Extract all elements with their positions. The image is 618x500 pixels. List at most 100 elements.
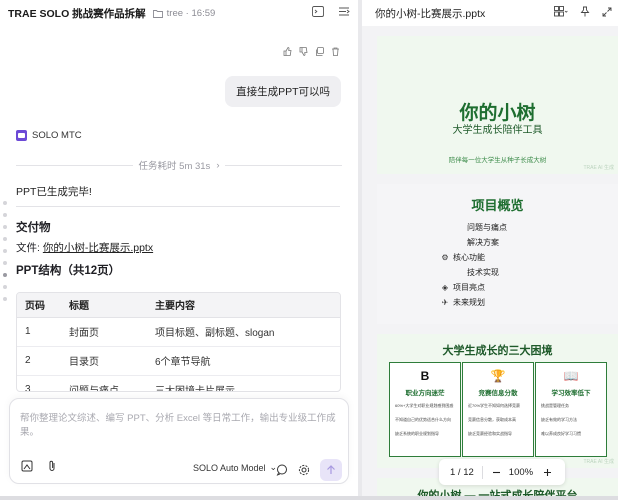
slide-title: 项目概览 [471, 198, 524, 213]
card-bullet: 难以养成良好学习习惯 [541, 431, 581, 436]
agent-name: SOLO MTC [32, 130, 82, 141]
column-header: 主要内容 [147, 293, 340, 318]
send-button[interactable] [320, 459, 342, 481]
page-indicator: 1 / 12 [450, 466, 474, 478]
card-bullet: 缺乏竞赛经验和实战指导 [468, 431, 512, 436]
trophy-icon: 🏆 [490, 369, 506, 383]
user-message: 直接生成PPT可以吗 [225, 76, 341, 107]
thumbs-up-icon[interactable] [283, 47, 292, 56]
card-bullet: 60%+大学生对职业规划感到困惑 [395, 403, 454, 408]
overview-item: ◈ 项目亮点 [441, 283, 485, 292]
expand-icon[interactable] [602, 7, 612, 17]
zoom-level: 100% [508, 466, 534, 478]
zoom-out-button[interactable] [492, 468, 501, 477]
column-header: 页码 [17, 293, 61, 318]
table-cell: 1 [17, 317, 61, 347]
card-icon: B [420, 369, 430, 383]
table-row: 2 目录页 6个章节导航 [17, 346, 340, 376]
card-title: 竞赛信息分散 [478, 390, 518, 397]
plus-icon [544, 468, 552, 476]
structure-heading: PPT结构（共12页） [16, 265, 121, 277]
folder-info[interactable]: tree · 16:59 [152, 7, 216, 19]
chat-panel: TRAE SOLO 挑战赛作品拆解 tree · 16:59 直接生成PPT可以… [0, 0, 358, 496]
sprout-icon: ✈ [441, 298, 449, 307]
overview-item: 解决方案 [467, 238, 499, 247]
arrow-up-icon [327, 465, 335, 474]
zoom-in-button[interactable] [543, 468, 552, 477]
page-zoom-control: 1 / 12 100% [439, 459, 565, 485]
table-cell: 2 [17, 346, 61, 376]
composer-placeholder[interactable]: 帮你整理论文综述、编写 PPT、分析 Excel 等日常工作，输出专业级工作成果… [20, 410, 348, 438]
card-bullet: 缺乏有效的学习方法 [541, 417, 577, 422]
deliverables-heading: 交付物 [16, 222, 51, 234]
preview-topbar: 你的小树-比赛展示.pptx [362, 0, 618, 26]
file-line: 文件: 你的小树-比赛展示.pptx [16, 240, 153, 255]
copy-icon[interactable] [315, 47, 324, 56]
card-bullet: 不知道自己的优势适合什么方向 [395, 417, 451, 422]
divider [16, 206, 340, 207]
thumbs-down-icon[interactable] [299, 47, 308, 56]
table-row: 3 问题与痛点 三大困境卡片展示 [17, 375, 340, 391]
settings-icon[interactable] [298, 464, 310, 476]
file-link[interactable]: 你的小树-比赛展示.pptx [43, 242, 153, 254]
model-selector[interactable]: SOLO Auto Model ⌄ [193, 462, 277, 473]
task-duration[interactable]: 任务耗时 5m 31s › [16, 158, 342, 172]
table-cell: 目录页 [61, 346, 147, 376]
slide-slogan: 陪伴每一位大学生从种子长成大树 [448, 157, 547, 164]
column-header: 标题 [61, 293, 147, 318]
slide-footer: TRAE AI 生成 [583, 459, 614, 465]
table-cell: 封面页 [61, 317, 147, 347]
chat-bubble-icon[interactable] [276, 464, 288, 476]
project-title: TRAE SOLO 挑战赛作品拆解 [8, 7, 146, 20]
table-cell: 问题与痛点 [61, 375, 147, 391]
table-cell: 3 [17, 375, 61, 391]
chat-topbar: TRAE SOLO 挑战赛作品拆解 tree · 16:59 [0, 0, 358, 26]
preview-file-title: 你的小树-比赛展示.pptx [375, 7, 486, 20]
list-icon[interactable] [338, 6, 350, 17]
folder-time: 16:59 [191, 7, 216, 19]
pin-icon[interactable] [580, 6, 590, 17]
slide-footer: TRAE AI 生成 [583, 165, 614, 171]
card-bullet: 挑战是管理任务 [541, 403, 569, 408]
problem-card: 🏆 竞赛信息分散 近70%学生不知如何选择竞赛 竞赛信息分散，获取成本高 缺乏竞… [462, 362, 534, 457]
card-title: 学习效率低下 [551, 390, 591, 397]
overview-item: ⚙ 核心功能 [441, 253, 485, 262]
agent-header: SOLO MTC [16, 130, 82, 141]
diamond-icon: ◈ [441, 283, 449, 292]
slide-title: 你的小树 — 一站式成长陪伴平台 [417, 490, 578, 496]
task-duration-text: 任务耗时 5m 31s [138, 161, 211, 172]
chevron-right-icon: › [216, 159, 220, 171]
minus-icon [492, 471, 500, 473]
table-cell: 三大困境卡片展示 [147, 375, 340, 391]
message-composer[interactable]: 帮你整理论文综述、编写 PPT、分析 Excel 等日常工作，输出专业级工作成果… [9, 398, 349, 484]
ppt-structure-table: 页码 标题 主要内容 1 封面页 项目标题、副标题、slogan 2 目录页 6… [16, 292, 341, 392]
message-actions [283, 47, 340, 56]
table-row: 1 封面页 项目标题、副标题、slogan [17, 317, 340, 347]
paperclip-icon[interactable] [47, 460, 57, 472]
model-name: SOLO Auto Model [193, 462, 266, 473]
slide-subtitle: 大学生成长陪伴工具 [452, 125, 543, 136]
card-title: 职业方向迷茫 [405, 390, 445, 397]
delete-icon[interactable] [331, 47, 340, 56]
file-label: 文件: [16, 242, 43, 254]
preview-panel: 你的小树-比赛展示.pptx 你的小树 大学生成长陪伴工具 陪伴每一位大学生从种… [362, 0, 618, 496]
folder-icon [152, 9, 163, 18]
bottom-edge [0, 496, 618, 500]
card-bullet: 缺乏系统的职业规划指导 [395, 431, 439, 436]
grid-view-icon[interactable] [554, 6, 568, 17]
slide-thumbnail-cover[interactable]: 你的小树 大学生成长陪伴工具 陪伴每一位大学生从种子长成大树 TRAE AI 生… [377, 36, 618, 174]
slide-title: 大学生成长的三大困境 [442, 345, 553, 357]
table-header-row: 页码 标题 主要内容 [17, 293, 340, 318]
terminal-icon[interactable] [312, 6, 324, 17]
card-bullet: 竞赛信息分散，获取成本高 [468, 417, 516, 422]
slide-thumbnail-overview[interactable]: 项目概览 问题与痛点 解决方案 ⚙ 核心功能 技术实现 ◈ 项目亮点 ✈ 未来规划 [377, 184, 618, 324]
folder-name: tree [166, 7, 184, 19]
slide-thumbnail-problems[interactable]: 大学生成长的三大困境 B 职业方向迷茫 60%+大学生对职业规划感到困惑 不知道… [377, 334, 618, 468]
card-bullet: 近70%学生不知如何选择竞赛 [468, 403, 521, 408]
problem-card: 📖 学习效率低下 挑战是管理任务 缺乏有效的学习方法 难以养成良好学习习惯 [535, 362, 607, 457]
attach-image-icon[interactable] [21, 460, 33, 472]
scroll-indicator[interactable] [3, 201, 7, 301]
gear-icon: ⚙ [441, 253, 449, 262]
overview-item: ✈ 未来规划 [441, 298, 485, 307]
table-cell: 项目标题、副标题、slogan [147, 317, 340, 347]
